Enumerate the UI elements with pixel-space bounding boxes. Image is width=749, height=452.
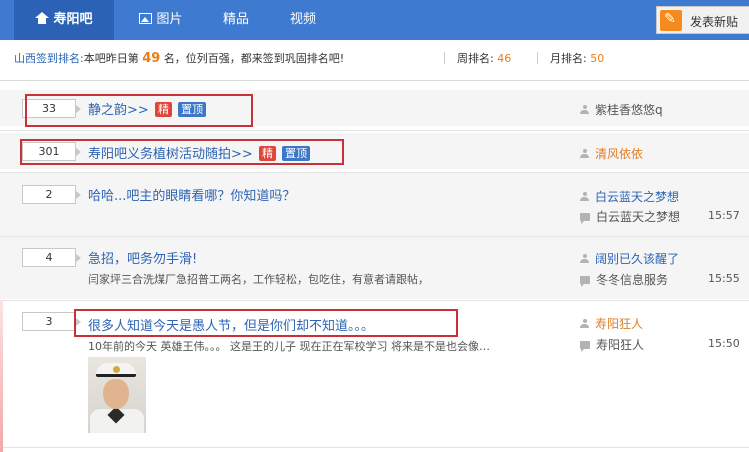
tab-pictures[interactable]: 图片 [130, 0, 192, 40]
divider [0, 80, 749, 81]
user-icon [580, 149, 589, 158]
thread-author-name[interactable]: 寿阳狂人 [595, 317, 643, 331]
highlight-box [74, 309, 458, 337]
pencil-icon [660, 10, 682, 31]
weekly-rank-value: 46 [497, 52, 512, 65]
thread-author-name[interactable]: 紫桂香悠悠q [595, 103, 663, 117]
cap-emblem [113, 366, 120, 373]
tab-featured[interactable]: 精品 [210, 0, 262, 40]
thread-author[interactable]: 阔别已久该醒了 [580, 250, 679, 267]
user-icon [580, 105, 589, 114]
sign-rank-prefix[interactable]: 山西签到排名: [14, 52, 84, 65]
monthly-rank-value: 50 [590, 52, 605, 65]
last-reply-name[interactable]: 白云蓝天之梦想 [596, 210, 680, 224]
tab-video-label: 视频 [289, 12, 316, 27]
sign-rank-text-before: 本吧昨日第 [83, 52, 139, 65]
thread-thumbnail[interactable] [88, 357, 146, 433]
sign-rank-value: 49 [142, 51, 161, 66]
tab-home[interactable]: 寿阳吧 [14, 0, 114, 40]
last-reply-user[interactable]: 白云蓝天之梦想 [580, 208, 680, 225]
face-shape [103, 379, 129, 409]
tab-featured-label: 精品 [222, 12, 249, 27]
comment-icon [580, 341, 590, 352]
thread-author-name[interactable]: 清风依依 [595, 147, 643, 161]
row-divider [0, 447, 749, 448]
thread-author-name[interactable]: 阔别已久该醒了 [595, 252, 679, 266]
user-icon [580, 192, 589, 201]
comment-icon [580, 213, 590, 224]
weekly-rank-label: 周排名: [457, 52, 494, 65]
highlight-box [20, 139, 344, 165]
sign-rank-text-after: 名，位列百强，都来签到巩固排名吧! [163, 52, 345, 65]
thread-author[interactable]: 清风依依 [580, 145, 643, 162]
page-edge [0, 300, 3, 452]
monthly-rank-label: 月排名: [550, 52, 587, 65]
new-post-label: 发表新贴 [690, 15, 739, 29]
thread-author-name[interactable]: 白云蓝天之梦想 [595, 190, 679, 204]
thread-title[interactable]: 急招，吧务勿手滑! [88, 248, 197, 267]
last-reply-name[interactable]: 寿阳狂人 [596, 338, 644, 352]
last-reply-time: 15:57 [708, 209, 740, 222]
row-divider [0, 130, 749, 131]
tab-video[interactable]: 视频 [278, 0, 328, 40]
thread-row: 2 哈哈...吧主的眼睛看哪？你知道吗？ 白云蓝天之梦想 白云蓝天之梦想 15:… [0, 173, 749, 236]
monthly-rank: 月排名: 50 [537, 47, 604, 71]
last-reply-user[interactable]: 冬冬信息服务 [580, 271, 668, 288]
new-post-button[interactable]: 发表新贴 [656, 6, 749, 34]
tab-home-label: 寿阳吧 [53, 12, 93, 27]
comment-icon [580, 276, 590, 287]
highlight-box [25, 94, 253, 127]
sign-rank-bar: 山西签到排名:本吧昨日第 49 名，位列百强，都来签到巩固排名吧! 周排名: 4… [14, 47, 749, 77]
thread-author[interactable]: 白云蓝天之梦想 [580, 188, 679, 205]
last-reply-time: 15:55 [708, 272, 740, 285]
thread-author[interactable]: 寿阳狂人 [580, 315, 643, 332]
top-nav: 寿阳吧 图片 精品 视频 发表新贴 [0, 0, 749, 40]
thread-row: 4 急招，吧务勿手滑! 闫家坪三合洗煤厂急招普工两名，工作轻松，包吃住，有意者请… [0, 237, 749, 299]
thread-excerpt: 10年前的今天 英雄王伟。。。 这是王的儿子 现在正在军校学习 将来是不是也会像… [88, 340, 490, 353]
user-icon [580, 254, 589, 263]
thread-author[interactable]: 紫桂香悠悠q [580, 101, 663, 118]
reply-count: 2 [22, 185, 81, 204]
reply-count: 4 [22, 248, 81, 267]
thread-excerpt: 闫家坪三合洗煤厂急招普工两名，工作轻松，包吃住，有意者请跟帖， [88, 273, 429, 286]
thread-title[interactable]: 哈哈...吧主的眼睛看哪？你知道吗？ [88, 185, 295, 204]
tab-pictures-label: 图片 [156, 12, 183, 27]
picture-icon [139, 13, 153, 24]
user-icon [580, 319, 589, 328]
last-reply-user[interactable]: 寿阳狂人 [580, 336, 644, 353]
home-icon [35, 12, 50, 24]
reply-count: 3 [22, 312, 81, 331]
last-reply-time: 15:50 [708, 337, 740, 350]
last-reply-name[interactable]: 冬冬信息服务 [596, 273, 668, 287]
weekly-rank: 周排名: 46 [444, 47, 511, 71]
